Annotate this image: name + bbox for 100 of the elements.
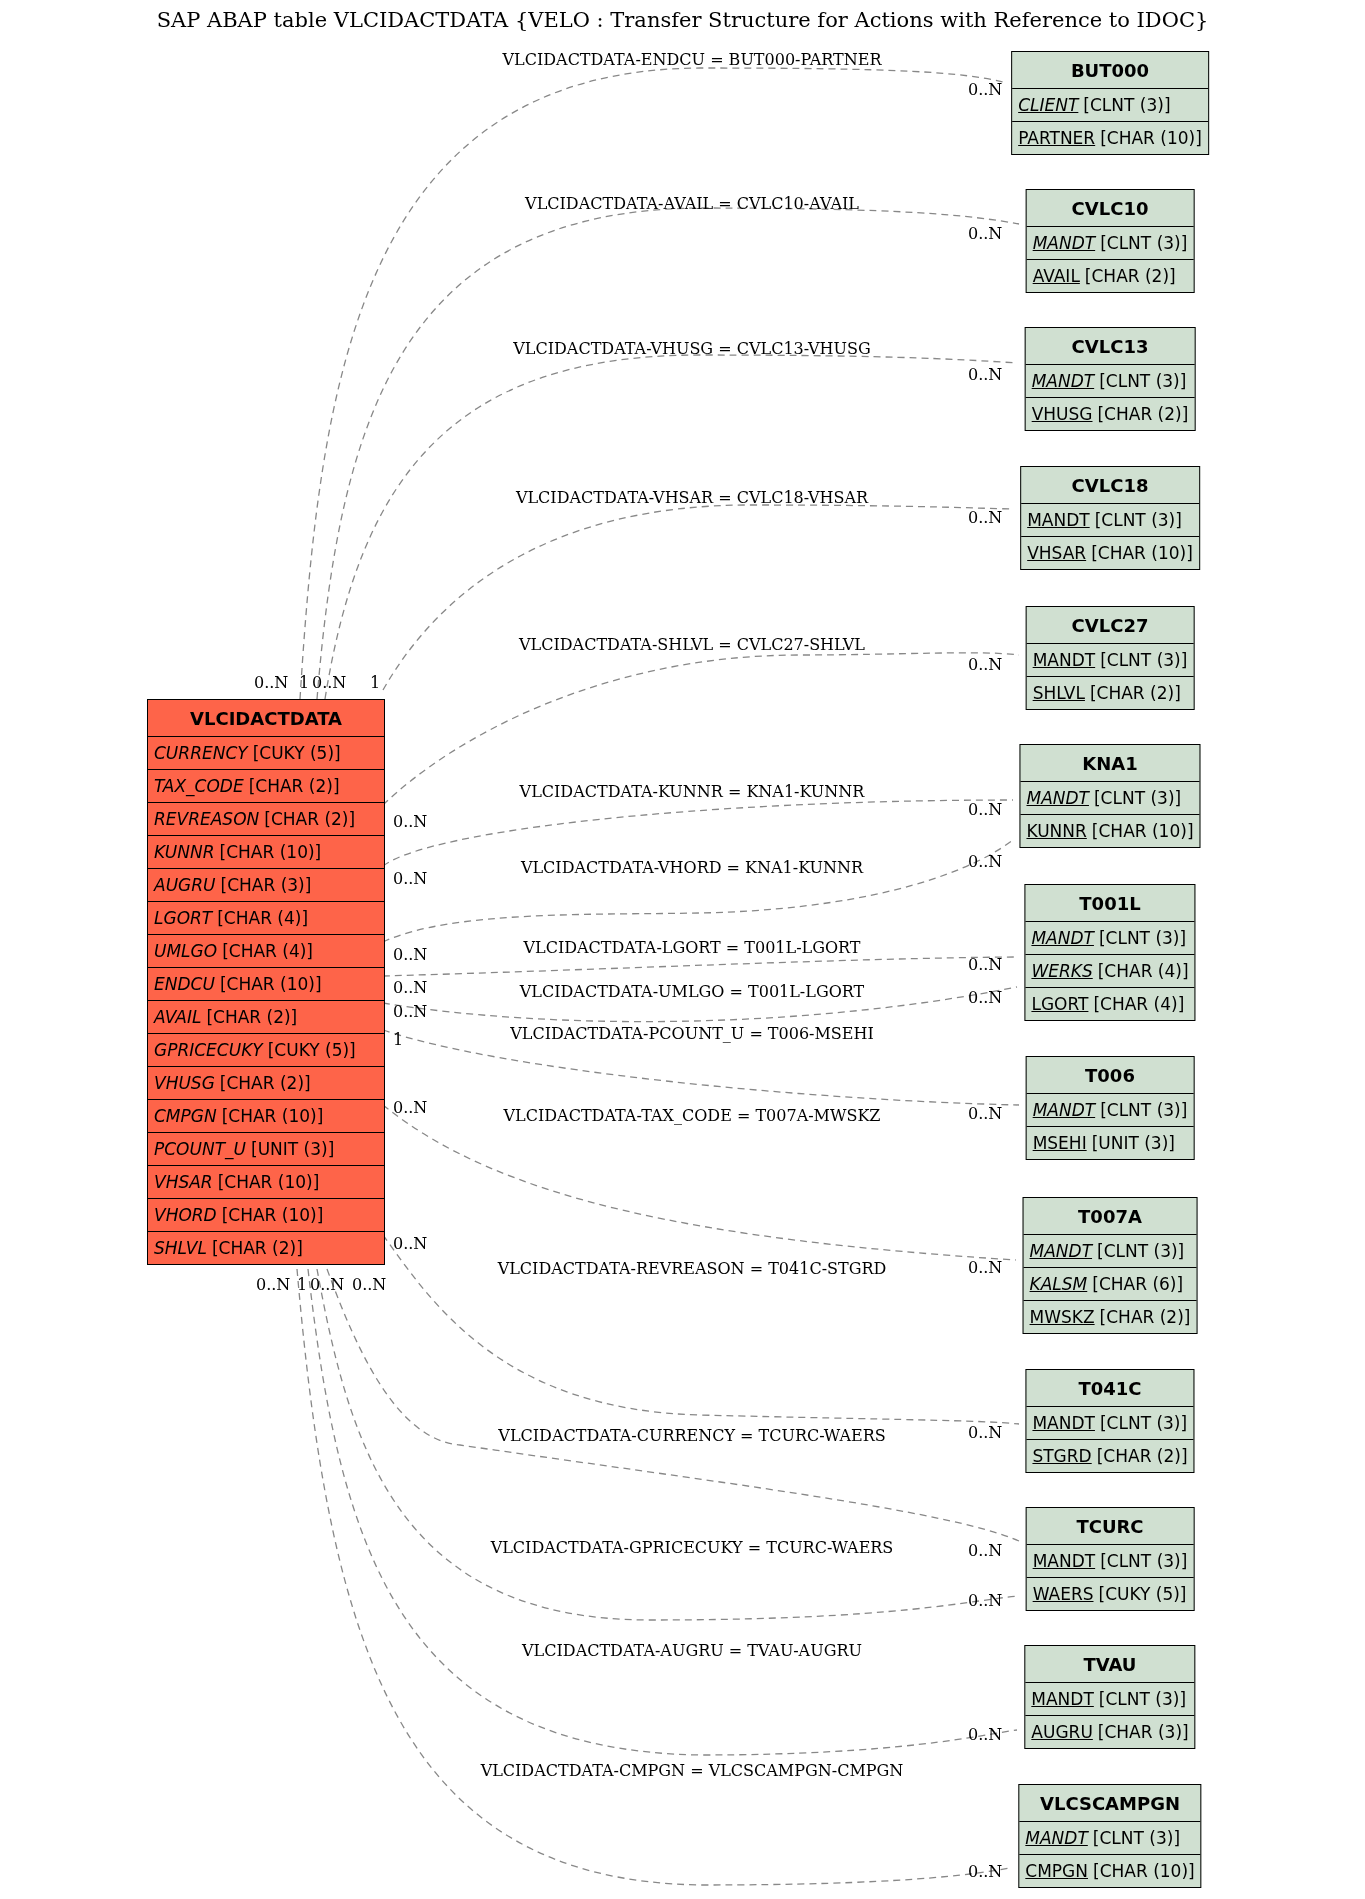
table-field: KUNNR [CHAR (10)] [1020,815,1200,847]
table-title: CVLC13 [1025,328,1195,365]
table-field: VHSAR [CHAR (10)] [1021,537,1199,569]
table-title: VLCSCAMPGN [1019,1785,1201,1822]
table-field: MANDT [CLNT (3)] [1023,1235,1197,1268]
relation-label: VLCIDACTDATA-GPRICECUKY = TCURC-WAERS [490,1537,894,1557]
diagram-title: SAP ABAP table VLCIDACTDATA {VELO : Transfer Structure for Actions with Reference to IDOC} [155,8,1210,32]
table-field: PARTNER [CHAR (10)] [1012,122,1208,154]
cardinality-label: 0..N [968,1724,1003,1744]
cardinality-label: 0..N [393,977,428,997]
table-field: KALSM [CHAR (6)] [1023,1268,1197,1301]
table-field: MANDT [CLNT (3)] [1026,1407,1194,1440]
table-field: MSEHI [UNIT (3)] [1026,1127,1194,1159]
cardinality-label: 0..N [968,223,1003,243]
cardinality-label: 0..N [393,1233,428,1253]
table-title: T001L [1025,885,1195,922]
table-title: CVLC10 [1026,190,1194,227]
cardinality-label: 0..N [968,987,1003,1007]
cardinality-label: 0..N [393,944,428,964]
relation-label: VLCIDACTDATA-VHSAR = CVLC18-VHSAR [515,487,869,507]
table-field: AUGRU [CHAR (3)] [148,869,384,902]
relation-label: VLCIDACTDATA-ENDCU = BUT000-PARTNER [502,49,882,69]
table-field: VHSAR [CHAR (10)] [148,1166,384,1199]
cardinality-label: 0..N [312,672,347,692]
relation-label: VLCIDACTDATA-CMPGN = VLCSCAMPGN-CMPGN [480,1760,904,1780]
table-field: SHLVL [CHAR (2)] [1026,677,1194,709]
table-field: CLIENT [CLNT (3)] [1012,89,1208,122]
table-field: MANDT [CLNT (3)] [1020,782,1200,815]
table-field: CMPGN [CHAR (10)] [1019,1855,1201,1887]
table-title: CVLC18 [1021,467,1199,504]
table-field: REVREASON [CHAR (2)] [148,803,384,836]
cardinality-label: 0..N [393,1097,428,1117]
table-field: ENDCU [CHAR (10)] [148,968,384,1001]
table-field: UMLGO [CHAR (4)] [148,935,384,968]
table-field: VHUSG [CHAR (2)] [1025,398,1195,430]
table-field: MANDT [CLNT (3)] [1019,1822,1201,1855]
relation-label: VLCIDACTDATA-VHORD = KNA1-KUNNR [520,857,864,877]
table-field: LGORT [CHAR (4)] [1025,988,1195,1020]
cardinality-label: 0..N [254,672,289,692]
relation-label: VLCIDACTDATA-VHUSG = CVLC13-VHUSG [513,338,871,358]
table-title: VLCIDACTDATA [148,700,384,737]
table-field: MANDT [CLNT (3)] [1026,1545,1194,1578]
relation-label: VLCIDACTDATA-LGORT = T001L-LGORT [523,937,861,957]
table-title: TCURC [1026,1508,1194,1545]
cardinality-label: 0..N [393,868,428,888]
cardinality-label: 0..N [968,364,1003,384]
table-field: MANDT [CLNT (3)] [1025,365,1195,398]
cardinality-label: 0..N [968,1590,1003,1610]
cardinality-label: 0..N [968,851,1003,871]
cardinality-label: 0..N [968,654,1003,674]
relation-label: VLCIDACTDATA-AVAIL = CVLC10-AVAIL [525,193,859,213]
relation-label: VLCIDACTDATA-PCOUNT_U = T006-MSEHI [510,1023,874,1043]
relation-label: VLCIDACTDATA-TAX_CODE = T007A-MWSKZ [503,1105,881,1125]
table-title: TVAU [1025,1646,1195,1683]
cardinality-label: 0..N [968,1257,1003,1277]
relation-label: VLCIDACTDATA-UMLGO = T001L-LGORT [519,981,865,1001]
table-title: T006 [1026,1057,1194,1094]
table-field: SHLVL [CHAR (2)] [148,1232,384,1264]
table-field: VHUSG [CHAR (2)] [148,1067,384,1100]
cardinality-label: 0..N [256,1274,291,1294]
cardinality-label: 0..N [310,1274,345,1294]
cardinality-label: 0..N [968,1861,1003,1881]
table-field: KUNNR [CHAR (10)] [148,836,384,869]
table-field: GPRICECUKY [CUKY (5)] [148,1034,384,1067]
table-title: T041C [1026,1370,1194,1407]
table-field: MANDT [CLNT (3)] [1021,504,1199,537]
table-field: AVAIL [CHAR (2)] [1026,260,1194,292]
table-field: AVAIL [CHAR (2)] [148,1001,384,1034]
table-field: WERKS [CHAR (4)] [1025,955,1195,988]
table-field: VHORD [CHAR (10)] [148,1199,384,1232]
table-title: BUT000 [1012,52,1208,89]
cardinality-label: 1 [393,1029,404,1049]
table-field: MANDT [CLNT (3)] [1026,227,1194,260]
cardinality-label: 0..N [968,1103,1003,1123]
table-field: WAERS [CUKY (5)] [1026,1578,1194,1610]
table-field: CMPGN [CHAR (10)] [148,1100,384,1133]
relation-label: VLCIDACTDATA-AUGRU = TVAU-AUGRU [522,1640,862,1660]
cardinality-label: 0..N [393,811,428,831]
cardinality-label: 0..N [968,954,1003,974]
cardinality-label: 1 [299,672,310,692]
cardinality-label: 0..N [393,1001,428,1021]
cardinality-label: 0..N [968,799,1003,819]
cardinality-label: 0..N [968,79,1003,99]
table-title: KNA1 [1020,745,1200,782]
cardinality-label: 1 [370,672,381,692]
relation-label: VLCIDACTDATA-KUNNR = KNA1-KUNNR [519,781,865,801]
table-field: AUGRU [CHAR (3)] [1025,1716,1195,1748]
relation-label: VLCIDACTDATA-SHLVL = CVLC27-SHLVL [519,634,865,654]
relation-label: VLCIDACTDATA-REVREASON = T041C-STGRD [497,1258,887,1278]
table-field: CURRENCY [CUKY (5)] [148,737,384,770]
cardinality-label: 1 [297,1274,308,1294]
table-field: MANDT [CLNT (3)] [1026,1094,1194,1127]
table-title: CVLC27 [1026,607,1194,644]
table-field: TAX_CODE [CHAR (2)] [148,770,384,803]
table-title: T007A [1023,1198,1197,1235]
table-field: MANDT [CLNT (3)] [1026,644,1194,677]
table-field: LGORT [CHAR (4)] [148,902,384,935]
cardinality-label: 0..N [352,1274,387,1294]
table-field: MANDT [CLNT (3)] [1025,922,1195,955]
table-field: MWSKZ [CHAR (2)] [1023,1301,1197,1333]
